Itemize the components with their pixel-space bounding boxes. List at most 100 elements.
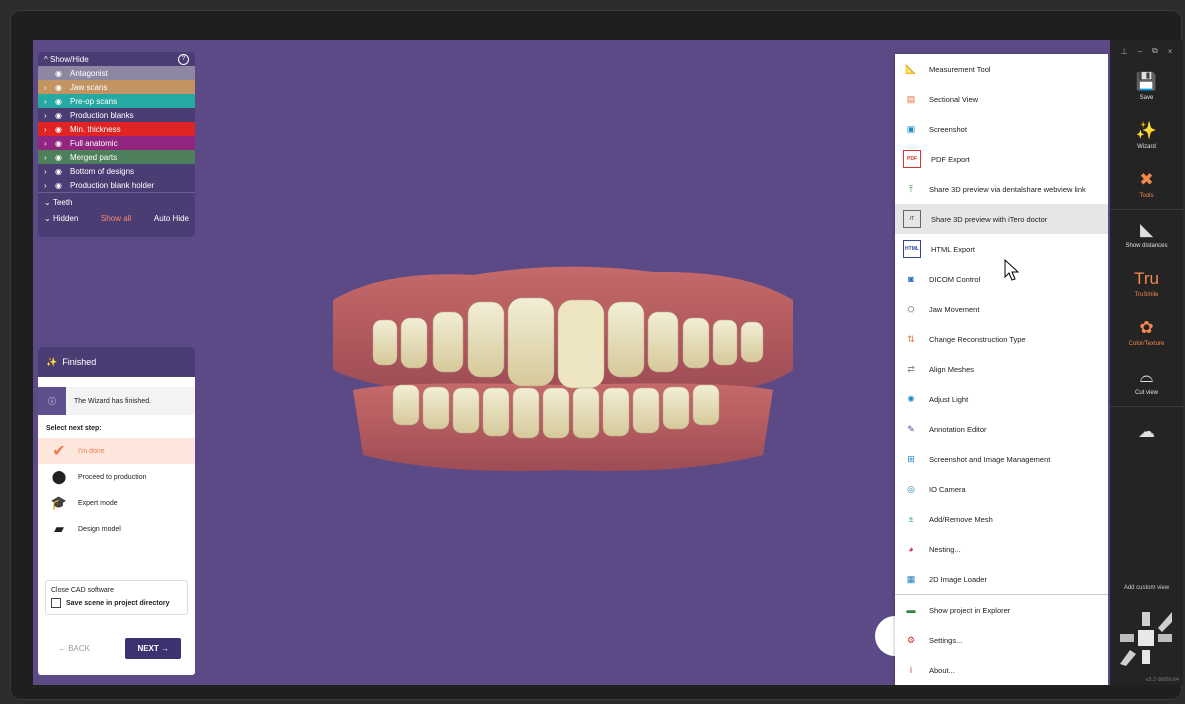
wizard-info-text: The Wizard has finished. [74, 397, 152, 405]
sidebar-button-wizard[interactable]: ✨ Wizard [1110, 111, 1183, 160]
chevron-right-icon[interactable]: › [44, 83, 50, 92]
folder-icon: ▬ [906, 605, 916, 615]
auto-hide-button[interactable]: Auto Hide [154, 214, 189, 223]
graduation-cap-icon: 🎓 [50, 495, 68, 510]
tools-menu-item[interactable]: ✺ Adjust Light [895, 384, 1108, 414]
sidebar-button-label: Tools [1139, 192, 1154, 199]
tools-menu-item[interactable]: ⇅ Change Reconstruction Type [895, 324, 1108, 354]
tools-menu-item-label: PDF Export [931, 154, 970, 164]
layer-row[interactable]: › ◉ Jaw scans [38, 80, 195, 94]
eye-icon[interactable]: ◉ [55, 125, 65, 134]
image-loader-icon: ▦ [906, 573, 916, 584]
wizard-option[interactable]: ▰ Design model [38, 516, 195, 542]
chevron-right-icon[interactable]: › [44, 125, 50, 134]
tools-menu-item[interactable]: ▬ Show project in Explorer [895, 594, 1108, 625]
eye-icon[interactable]: ◉ [55, 181, 65, 190]
sidebar-button-save[interactable]: 💾 Save [1110, 62, 1183, 111]
tools-menu-item[interactable]: PDF PDF Export [895, 144, 1108, 174]
color-texture-icon: ✿ [1139, 317, 1154, 337]
tools-menu-item-label: Share 3D preview via dentalshare webview… [929, 184, 1086, 194]
tools-menu-item[interactable]: ⤒ Share 3D preview via dentalshare webvie… [895, 174, 1108, 204]
tools-menu-item[interactable]: 📐 Measurement Tool [895, 54, 1108, 84]
dental-scan-model [333, 266, 793, 471]
layer-row[interactable]: › ◉ Full anatomic [38, 136, 195, 150]
tools-menu-item[interactable]: ▣ Screenshot [895, 114, 1108, 144]
layer-row[interactable]: › ◉ Pre-op scans [38, 94, 195, 108]
teeth-label: Teeth [52, 197, 73, 207]
tools-menu-item[interactable]: iT Share 3D preview with iTero doctor [895, 204, 1108, 234]
sidebar-button-cloud[interactable]: ☁ [1110, 407, 1183, 456]
tools-menu-item[interactable]: ⚙ Settings... [895, 625, 1108, 655]
sidebar-button-color-texture[interactable]: ✿ Color/Texture [1110, 308, 1183, 357]
chevron-right-icon[interactable]: › [44, 181, 50, 190]
minimize-icon[interactable]: – [1138, 47, 1142, 56]
wizard-option[interactable]: 🎓 Expert mode [38, 490, 195, 516]
show-all-button[interactable]: Show all [101, 214, 131, 223]
tools-menu-item[interactable]: ◙ DICOM Control [895, 264, 1108, 294]
wizard-option[interactable]: ⬤ Proceed to production [38, 464, 195, 490]
wizard-header: ✨ Finished [38, 347, 195, 377]
layer-row[interactable]: › ◉ Bottom of designs [38, 164, 195, 178]
next-button[interactable]: NEXT → [125, 638, 181, 659]
back-button[interactable]: ← BACK [58, 644, 90, 653]
tools-menu-item[interactable]: ▤ Sectional View [895, 84, 1108, 114]
eye-icon[interactable]: ◉ [55, 83, 65, 92]
eye-icon[interactable]: ◉ [55, 111, 65, 120]
sidebar-button-label: TruSmile [1134, 291, 1159, 298]
align-icon: ⇄ [907, 363, 915, 374]
mesh-icon: ± [908, 514, 914, 524]
tools-menu-item-label: Change Reconstruction Type [929, 334, 1026, 344]
camera-icon: ◎ [907, 483, 915, 494]
wizard-option[interactable]: ✔ I'm done [38, 438, 195, 464]
chevron-right-icon[interactable]: › [44, 111, 50, 120]
jaw-icon: ⛭ [907, 303, 915, 314]
tools-menu-item[interactable]: ◕ Nesting... [895, 534, 1108, 564]
layer-label: Production blanks [70, 110, 134, 120]
checkbox-icon[interactable] [51, 598, 61, 608]
layer-row[interactable]: › ◉ Min. thickness [38, 122, 195, 136]
eye-icon[interactable]: ◉ [55, 97, 65, 106]
layer-row[interactable]: › ◉ Production blank holder [38, 178, 195, 192]
tools-menu-item-label: About... [929, 665, 955, 675]
teeth-row[interactable]: ⌄ Teeth [38, 192, 195, 211]
layer-row[interactable]: ◉ Antagonist [38, 66, 195, 80]
layer-label: Antagonist [70, 68, 108, 78]
help-circle-icon[interactable]: ? [178, 53, 189, 65]
tools-menu-item-label: Screenshot [929, 124, 967, 134]
layer-row[interactable]: › ◉ Merged parts [38, 150, 195, 164]
show-hide-header[interactable]: ^ Show/Hide ? [38, 52, 195, 66]
chevron-right-icon[interactable]: › [44, 139, 50, 148]
sidebar-button-show-distances[interactable]: ◣ Show distances [1110, 210, 1183, 259]
sidebar-button-trusmile[interactable]: Tru TruSmile [1110, 259, 1183, 308]
tools-menu-item[interactable]: ▦ 2D Image Loader [895, 564, 1108, 594]
chevron-right-icon[interactable]: › [44, 167, 50, 176]
tools-menu-item[interactable]: ✎ Annotation Editor [895, 414, 1108, 444]
add-custom-view-label[interactable]: Add custom view [1110, 585, 1183, 591]
save-scene-checkbox[interactable]: Save scene in project directory [51, 598, 182, 608]
eye-icon[interactable]: ◉ [55, 167, 65, 176]
restore-icon[interactable]: ⧉ [1152, 46, 1158, 56]
tools-menu-item[interactable]: ⇄ Align Meshes [895, 354, 1108, 384]
tools-menu-item[interactable]: HTML HTML Export [895, 234, 1108, 264]
layer-row[interactable]: › ◉ Production blanks [38, 108, 195, 122]
tools-menu-item[interactable]: ± Add/Remove Mesh [895, 504, 1108, 534]
eye-icon[interactable]: ◉ [55, 153, 65, 162]
dental-scan-3d-view[interactable] [323, 260, 803, 485]
tools-menu-item[interactable]: ⊞ Screenshot and Image Management [895, 444, 1108, 474]
layer-label: Merged parts [70, 152, 118, 162]
eye-icon[interactable]: ◉ [55, 69, 65, 78]
eye-icon[interactable]: ◉ [55, 139, 65, 148]
user-icon[interactable]: ⊥ [1121, 47, 1128, 56]
dicom-icon: ◙ [908, 274, 914, 284]
tools-menu-item[interactable]: i About... [895, 655, 1108, 685]
sidebar-button-label: Cut view [1134, 389, 1158, 396]
chevron-right-icon[interactable]: › [44, 153, 50, 162]
sidebar-button-tools[interactable]: ✖ Tools [1110, 160, 1183, 209]
chevron-right-icon[interactable]: › [44, 97, 50, 106]
view-cube-icon[interactable] [1116, 608, 1176, 668]
sidebar-button-cut-view[interactable]: ⌓ Cut view [1110, 357, 1183, 406]
tools-menu-item[interactable]: ◎ IO Camera [895, 474, 1108, 504]
tools-menu-item[interactable]: ⛭ Jaw Movement [895, 294, 1108, 324]
wizard-option-label: Expert mode [78, 499, 118, 507]
close-icon[interactable]: × [1168, 47, 1173, 56]
